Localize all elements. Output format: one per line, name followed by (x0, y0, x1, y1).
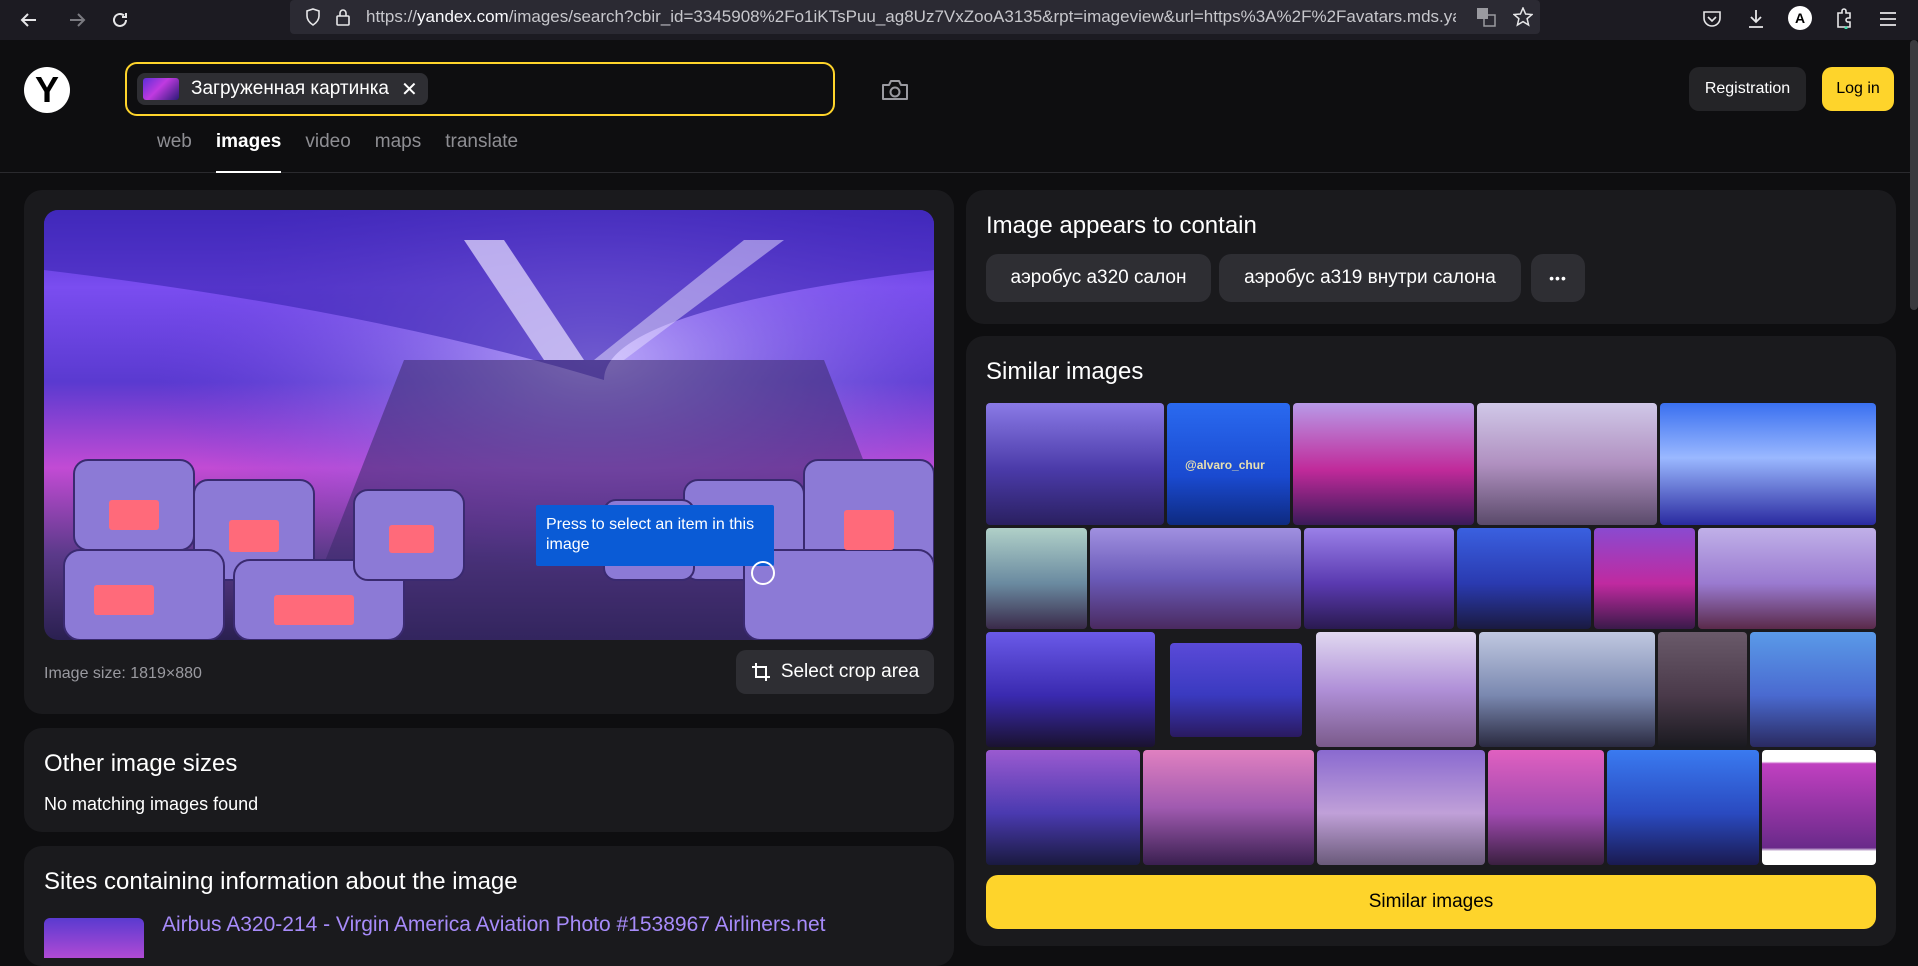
search-box[interactable]: Загруженная картинка ✕ (125, 62, 835, 116)
select-item-tooltip: Press to select an item in this image (536, 505, 774, 566)
forward-icon[interactable] (60, 3, 94, 37)
similar-images-button[interactable]: Similar images (986, 875, 1876, 929)
uploaded-image-thumbnail (143, 78, 179, 100)
similar-image[interactable] (986, 528, 1087, 629)
logo-letter: Y (34, 69, 59, 110)
extensions-icon[interactable] (1832, 6, 1856, 30)
crop-icon (751, 663, 770, 681)
url-path: /images/search?cbir_id=3345908%2Fo1iKTsP… (508, 7, 1456, 26)
site-link[interactable]: Airbus A320-214 - Virgin America Aviatio… (162, 913, 825, 937)
page-scrollbar[interactable] (1910, 40, 1918, 310)
similar-image[interactable] (1143, 750, 1314, 865)
similar-title: Similar images (986, 358, 1144, 385)
login-button[interactable]: Log in (1822, 67, 1894, 111)
back-icon[interactable] (12, 3, 46, 37)
query-image[interactable]: Press to select an item in this image (44, 210, 934, 640)
query-image-card: Press to select an item in this image Im… (24, 190, 954, 714)
sites-card: Sites containing information about the i… (24, 846, 954, 966)
select-point-handle[interactable] (751, 561, 775, 585)
downloads-icon[interactable] (1744, 8, 1768, 30)
contains-title: Image appears to contain (986, 212, 1257, 239)
translate-icon[interactable] (1475, 7, 1497, 27)
reload-icon[interactable] (103, 3, 137, 37)
uploaded-image-label: Загруженная картинка (191, 78, 389, 99)
image-size: Image size: 1819×880 (44, 665, 202, 682)
other-sizes-card: Other image sizes No matching images fou… (24, 728, 954, 832)
no-matches-message: No matching images found (44, 794, 259, 814)
similar-image[interactable] (1316, 632, 1476, 747)
search-tabs: web images video maps translate (145, 131, 530, 173)
sites-title: Sites containing information about the i… (44, 868, 518, 895)
cabin-illustration (44, 210, 934, 640)
tag-a319-cabin[interactable]: аэробус а319 внутри салона (1219, 254, 1521, 302)
address-bar[interactable]: https://yandex.com/images/search?cbir_id… (290, 0, 1540, 34)
camera-icon[interactable] (880, 77, 910, 103)
similar-image[interactable] (986, 403, 1164, 525)
crop-label: Select crop area (780, 661, 920, 682)
yandex-logo[interactable]: Y (24, 67, 70, 113)
registration-button[interactable]: Registration (1689, 67, 1806, 111)
site-header: Y Загруженная картинка ✕ Registration Lo… (0, 40, 1918, 173)
similar-image[interactable] (1762, 750, 1876, 865)
menu-icon[interactable] (1876, 8, 1900, 30)
similar-image[interactable] (986, 750, 1140, 865)
similar-image[interactable] (1479, 632, 1655, 747)
uploaded-image-chip[interactable]: Загруженная картинка ✕ (137, 73, 428, 105)
bookmark-star-icon[interactable] (1512, 7, 1534, 27)
tag-a320-cabin[interactable]: аэробус а320 салон (986, 254, 1211, 302)
select-crop-button[interactable]: Select crop area (736, 650, 934, 694)
other-sizes-title: Other image sizes (44, 750, 238, 777)
similar-image[interactable] (1317, 750, 1485, 865)
pocket-icon[interactable] (1700, 8, 1724, 30)
similar-image[interactable] (1090, 528, 1301, 629)
browser-toolbar: https://yandex.com/images/search?cbir_id… (0, 0, 1918, 40)
similar-image[interactable] (1660, 403, 1876, 525)
shield-icon[interactable] (304, 8, 322, 26)
similar-image[interactable] (1658, 632, 1747, 747)
similar-image[interactable] (1304, 528, 1454, 629)
similar-image[interactable] (1488, 750, 1604, 865)
tab-web[interactable]: web (145, 131, 204, 173)
similar-image[interactable] (1607, 750, 1759, 865)
similar-image[interactable] (1170, 643, 1302, 737)
account-avatar[interactable]: A (1788, 6, 1812, 30)
similar-images-card: Similar images @alvaro_chur Similar imag… (966, 336, 1896, 946)
url-host: yandex.com (417, 7, 509, 26)
similar-images-grid: @alvaro_chur (986, 403, 1876, 865)
tab-maps[interactable]: maps (363, 131, 433, 173)
similar-image[interactable] (1750, 632, 1876, 747)
similar-image[interactable] (1477, 403, 1657, 525)
similar-image[interactable] (1293, 403, 1474, 525)
close-icon[interactable]: ✕ (401, 77, 418, 102)
similar-image[interactable] (1457, 528, 1591, 629)
image-contains-card: Image appears to contain аэробус а320 са… (966, 190, 1896, 324)
url-scheme: https:// (366, 7, 418, 26)
image-watermark: @alvaro_chur (1185, 458, 1265, 472)
lock-icon[interactable] (334, 8, 352, 26)
profile-letter: A (1794, 10, 1806, 26)
similar-image[interactable] (1698, 528, 1876, 629)
similar-image[interactable] (1594, 528, 1695, 629)
similar-image[interactable]: @alvaro_chur (1167, 403, 1290, 525)
site-thumbnail[interactable] (44, 918, 144, 958)
tab-images[interactable]: images (204, 131, 293, 173)
tab-translate[interactable]: translate (433, 131, 530, 173)
similar-image[interactable] (986, 632, 1155, 747)
tab-video[interactable]: video (293, 131, 362, 173)
more-tags-button[interactable]: ••• (1531, 254, 1585, 302)
url-text[interactable]: https://yandex.com/images/search?cbir_id… (366, 7, 1456, 27)
